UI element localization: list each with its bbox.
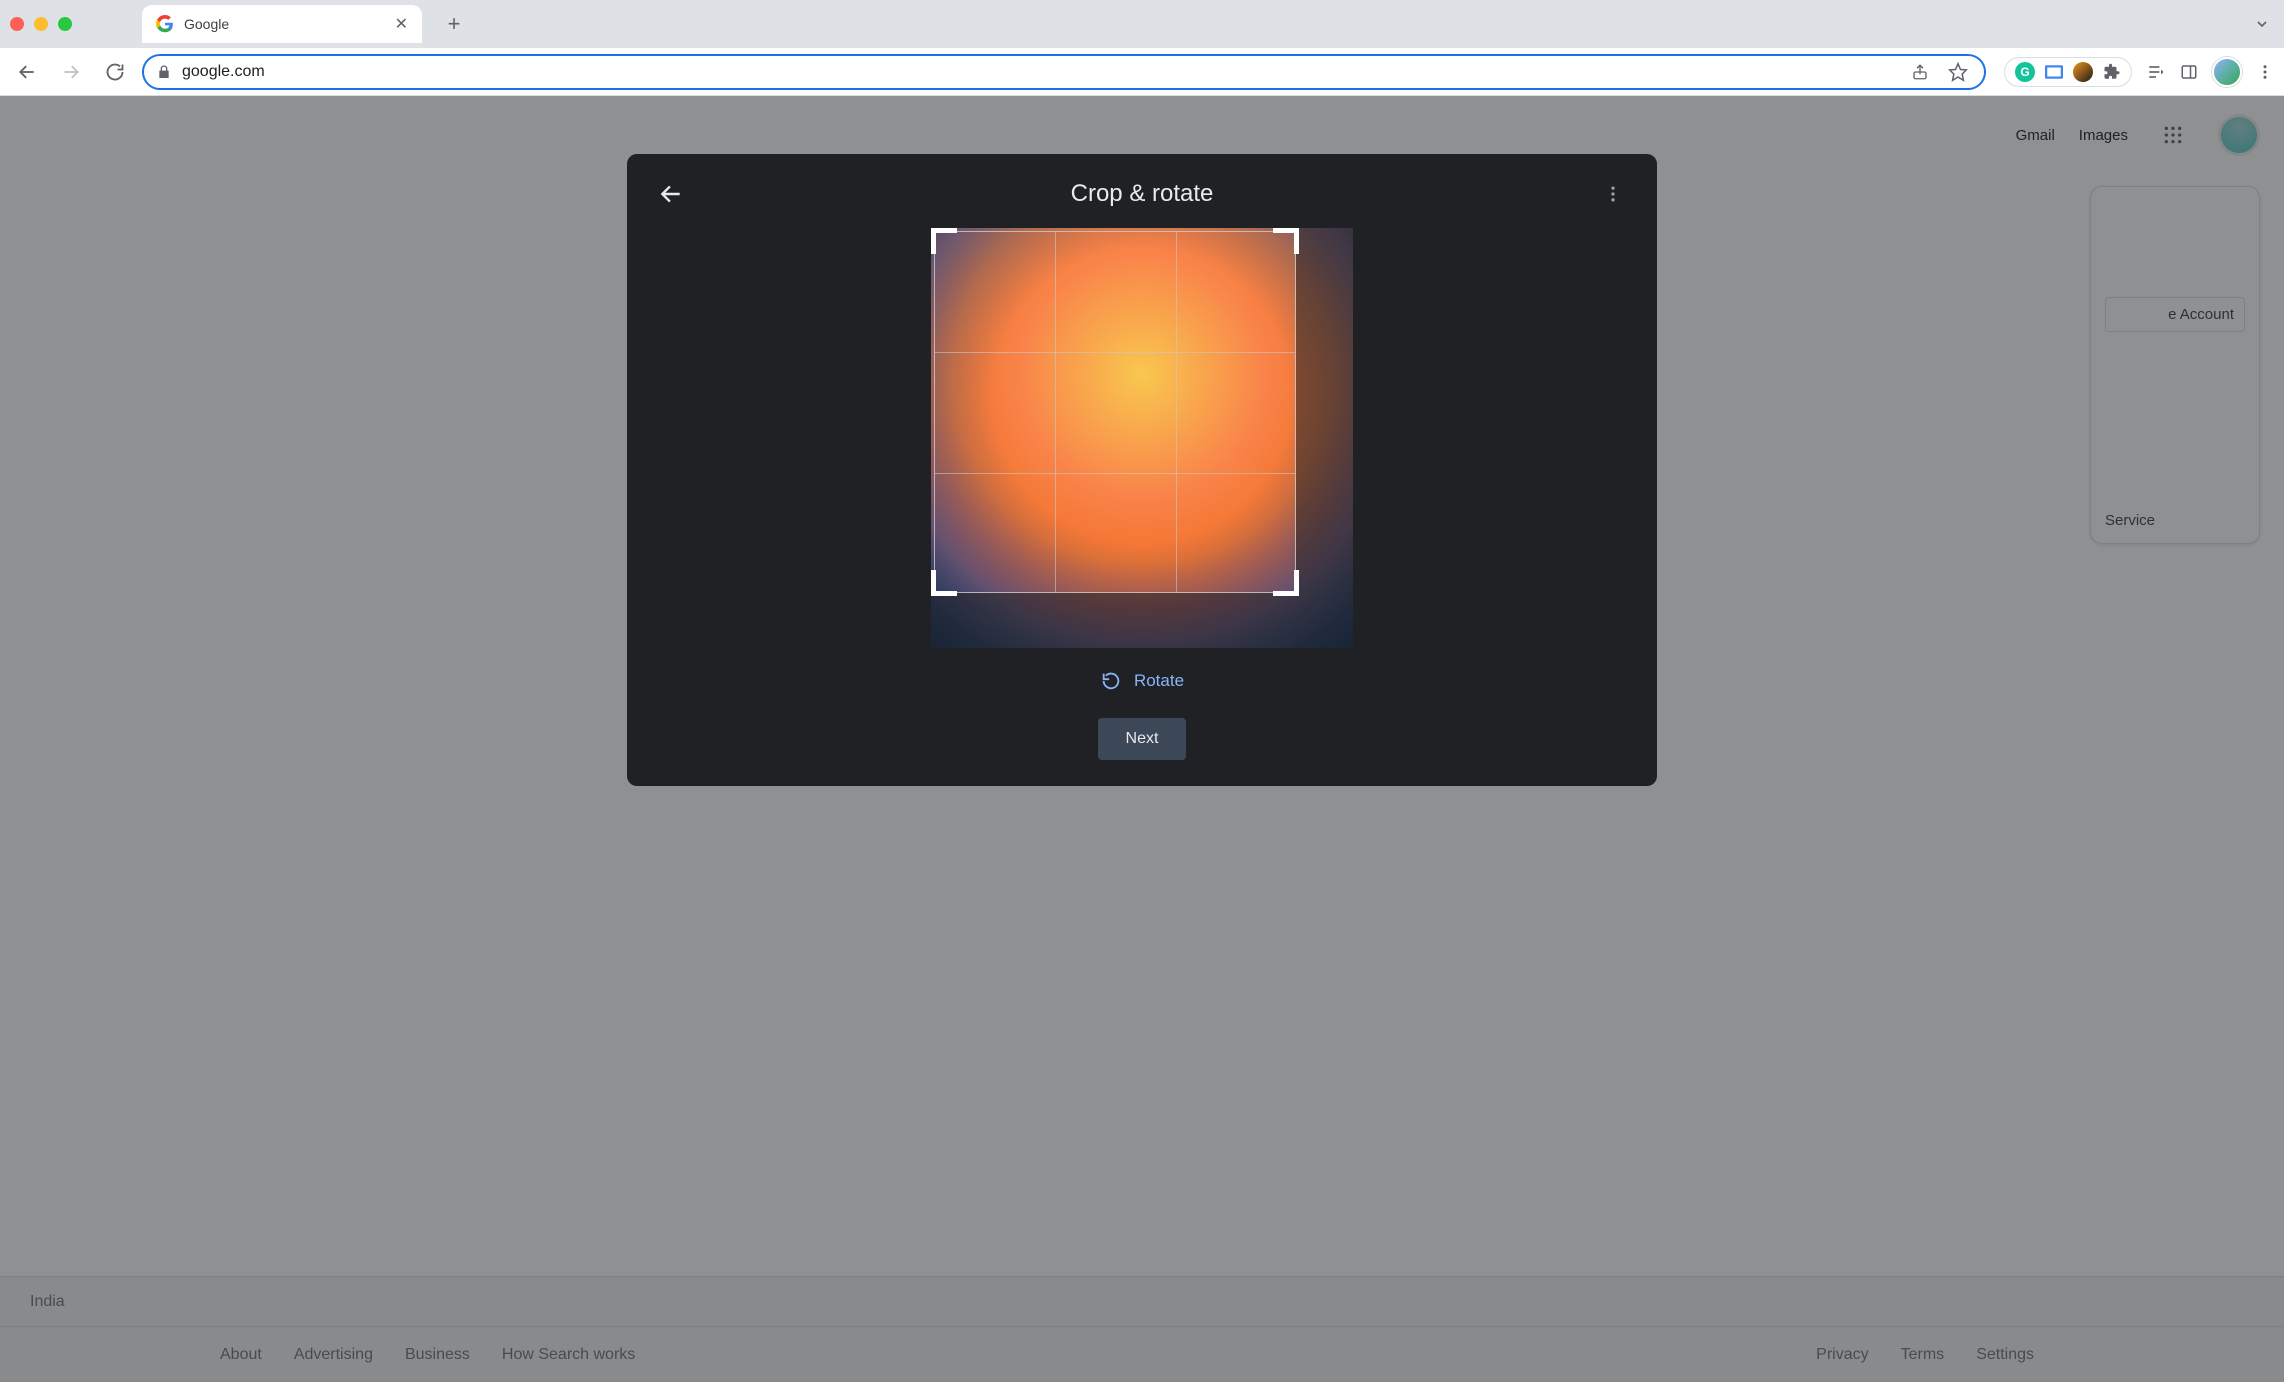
crop-image-area[interactable] [931, 228, 1353, 648]
page-content: Gmail Images e Account Service India Abo… [0, 96, 2284, 1382]
window-close-button[interactable] [10, 17, 24, 31]
address-bar[interactable]: google.com [142, 54, 1986, 90]
nav-reload-button[interactable] [98, 55, 132, 89]
browser-tab[interactable]: Google ✕ [142, 5, 422, 43]
browser-toolbar: google.com G [0, 48, 2284, 96]
modal-overlay: Crop & rotate [0, 96, 2284, 1382]
crop-rotate-modal: Crop & rotate [627, 154, 1657, 786]
rotate-icon [1100, 670, 1122, 692]
extensions-row: G [2004, 57, 2274, 87]
crop-selection-box[interactable] [934, 231, 1296, 593]
side-panel-icon[interactable] [2180, 63, 2198, 81]
window-maximize-button[interactable] [58, 17, 72, 31]
window-controls [10, 17, 72, 31]
modal-more-button[interactable] [1595, 176, 1631, 212]
share-icon[interactable] [1906, 58, 1934, 86]
new-tab-button[interactable]: + [440, 11, 468, 37]
crop-dim-area [1296, 228, 1353, 648]
crop-dim-area [931, 593, 1296, 648]
google-favicon-icon [156, 15, 174, 33]
crop-grid-line [935, 473, 1295, 474]
crop-handle-bottom-left[interactable] [931, 570, 957, 596]
tabs-dropdown-button[interactable] [2254, 16, 2270, 32]
crop-handle-top-left[interactable] [931, 228, 957, 254]
crop-handle-top-right[interactable] [1273, 228, 1299, 254]
bookmark-star-icon[interactable] [1944, 58, 1972, 86]
profile-avatar-button[interactable] [2212, 57, 2242, 87]
crop-grid-line [1055, 232, 1056, 592]
tab-strip: Google ✕ + [0, 0, 2284, 48]
window-minimize-button[interactable] [34, 17, 48, 31]
lock-icon [156, 64, 172, 80]
extension-icon[interactable] [2073, 62, 2093, 82]
extension-icon[interactable] [2045, 65, 2063, 79]
modal-header: Crop & rotate [627, 172, 1657, 216]
modal-title: Crop & rotate [1071, 180, 1214, 208]
crop-grid-line [935, 352, 1295, 353]
extensions-puzzle-icon[interactable] [2103, 63, 2121, 81]
next-button[interactable]: Next [1098, 718, 1187, 760]
url-text: google.com [182, 63, 1896, 81]
tab-title: Google [184, 16, 385, 32]
tab-close-button[interactable]: ✕ [395, 14, 408, 34]
browser-menu-button[interactable] [2256, 63, 2274, 81]
crop-handle-bottom-right[interactable] [1273, 570, 1299, 596]
grammarly-extension-icon[interactable]: G [2015, 62, 2035, 82]
nav-back-button[interactable] [10, 55, 44, 89]
rotate-label: Rotate [1134, 671, 1184, 691]
nav-forward-button[interactable] [54, 55, 88, 89]
rotate-button[interactable]: Rotate [1100, 670, 1184, 692]
crop-grid-line [1176, 232, 1177, 592]
modal-back-button[interactable] [653, 176, 689, 212]
extensions-pill[interactable]: G [2004, 57, 2132, 87]
reading-list-icon[interactable] [2146, 62, 2166, 82]
